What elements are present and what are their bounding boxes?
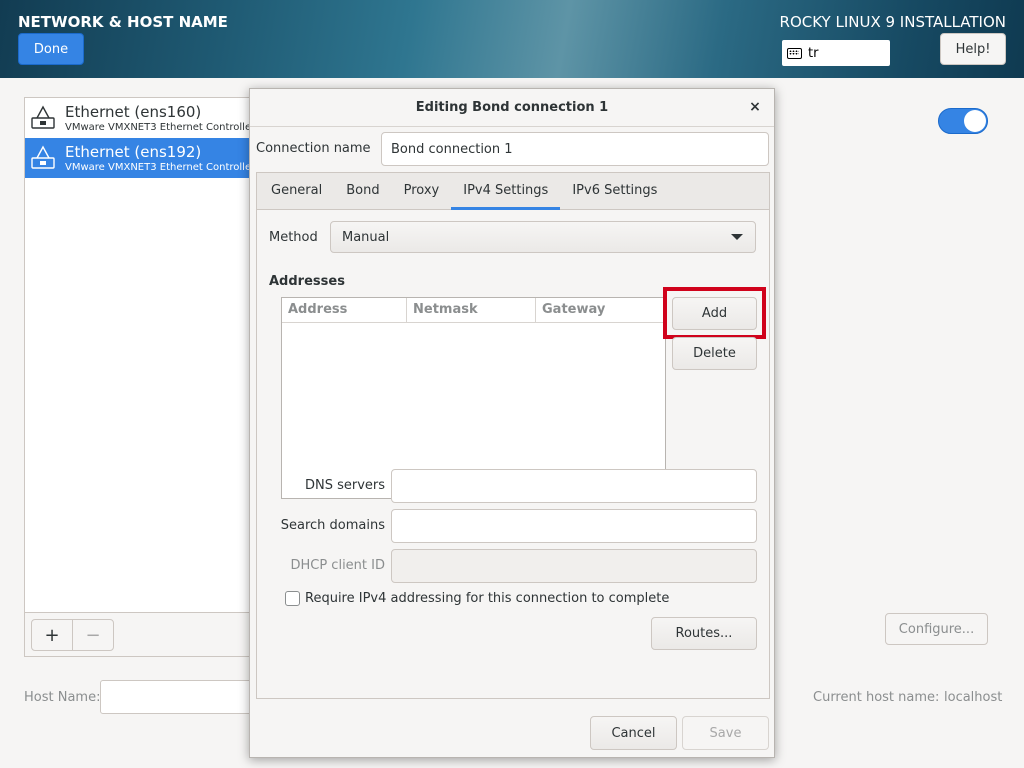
add-address-button[interactable]: Add: [672, 297, 757, 330]
toggle-knob: [964, 110, 986, 132]
ethernet-icon: [29, 143, 57, 173]
dns-servers-label: DNS servers: [304, 478, 385, 493]
device-enable-toggle[interactable]: [938, 108, 988, 134]
device-list-toolbar: + −: [25, 612, 253, 656]
help-button[interactable]: Help!: [940, 33, 1006, 65]
device-item-ens160[interactable]: Ethernet (ens160) VMware VMXNET3 Etherne…: [25, 98, 256, 138]
column-netmask[interactable]: Netmask: [407, 298, 536, 322]
addresses-heading: Addresses: [269, 274, 345, 289]
connection-name-input[interactable]: [381, 132, 769, 166]
save-button[interactable]: Save: [682, 716, 769, 750]
add-device-button[interactable]: +: [31, 619, 73, 651]
done-button[interactable]: Done: [18, 33, 84, 65]
method-dropdown[interactable]: Manual: [330, 221, 756, 253]
keyboard-layout-label: tr: [808, 45, 819, 61]
device-item-ens192[interactable]: Ethernet (ens192) VMware VMXNET3 Etherne…: [25, 138, 256, 178]
tab-bar: General Bond Proxy IPv4 Settings IPv6 Se…: [257, 173, 769, 210]
device-list: Ethernet (ens160) VMware VMXNET3 Etherne…: [24, 97, 256, 657]
page-title: NETWORK & HOST NAME: [18, 13, 228, 31]
top-bar: NETWORK & HOST NAME Done ROCKY LINUX 9 I…: [0, 0, 1024, 78]
configure-button[interactable]: Configure...: [885, 613, 988, 645]
close-icon[interactable]: ×: [746, 98, 764, 116]
dialog-title: Editing Bond connection 1: [415, 100, 609, 115]
addresses-table-header: Address Netmask Gateway: [282, 298, 665, 323]
device-name: Ethernet (ens192): [65, 142, 202, 161]
product-title: ROCKY LINUX 9 INSTALLATION: [779, 13, 1006, 31]
dhcp-client-id-label: DHCP client ID: [290, 558, 385, 573]
remove-device-button[interactable]: −: [72, 619, 114, 651]
settings-notebook: General Bond Proxy IPv4 Settings IPv6 Se…: [256, 172, 770, 699]
current-hostname-value: localhost: [944, 690, 1003, 705]
delete-address-button[interactable]: Delete: [672, 337, 757, 370]
tab-ipv4-settings[interactable]: IPv4 Settings: [451, 173, 561, 210]
tab-ipv6-settings[interactable]: IPv6 Settings: [560, 173, 669, 209]
device-name: Ethernet (ens160): [65, 102, 202, 121]
keyboard-icon: [787, 47, 802, 59]
ethernet-icon: [29, 103, 57, 133]
search-domains-label: Search domains: [280, 518, 385, 533]
keyboard-layout-indicator[interactable]: tr: [782, 40, 890, 66]
column-gateway[interactable]: Gateway: [536, 298, 665, 322]
dhcp-client-id-input: [391, 549, 757, 583]
column-address[interactable]: Address: [282, 298, 407, 322]
routes-button[interactable]: Routes...: [651, 617, 757, 650]
device-description: VMware VMXNET3 Ethernet Controller: [65, 161, 256, 173]
search-domains-input[interactable]: [391, 509, 757, 543]
tab-proxy[interactable]: Proxy: [392, 173, 452, 209]
hostname-input[interactable]: [100, 680, 260, 714]
require-ipv4-checkbox[interactable]: [285, 591, 300, 606]
device-description: VMware VMXNET3 Ethernet Controller: [65, 121, 256, 133]
current-hostname-label: Current host name:: [813, 690, 940, 705]
connection-name-label: Connection name: [256, 141, 371, 156]
require-ipv4-row[interactable]: Require IPv4 addressing for this connect…: [285, 591, 669, 606]
editing-connection-dialog: Editing Bond connection 1 × Connection n…: [249, 88, 775, 758]
dialog-titlebar: Editing Bond connection 1 ×: [250, 89, 774, 127]
tab-bond[interactable]: Bond: [334, 173, 391, 209]
hostname-label: Host Name:: [24, 690, 101, 705]
tab-general[interactable]: General: [257, 173, 334, 209]
dns-servers-input[interactable]: [391, 469, 757, 503]
method-label: Method: [269, 230, 318, 245]
chevron-down-icon: [731, 234, 743, 240]
cancel-button[interactable]: Cancel: [590, 716, 677, 750]
method-value: Manual: [342, 229, 390, 245]
require-ipv4-label: Require IPv4 addressing for this connect…: [305, 591, 670, 606]
